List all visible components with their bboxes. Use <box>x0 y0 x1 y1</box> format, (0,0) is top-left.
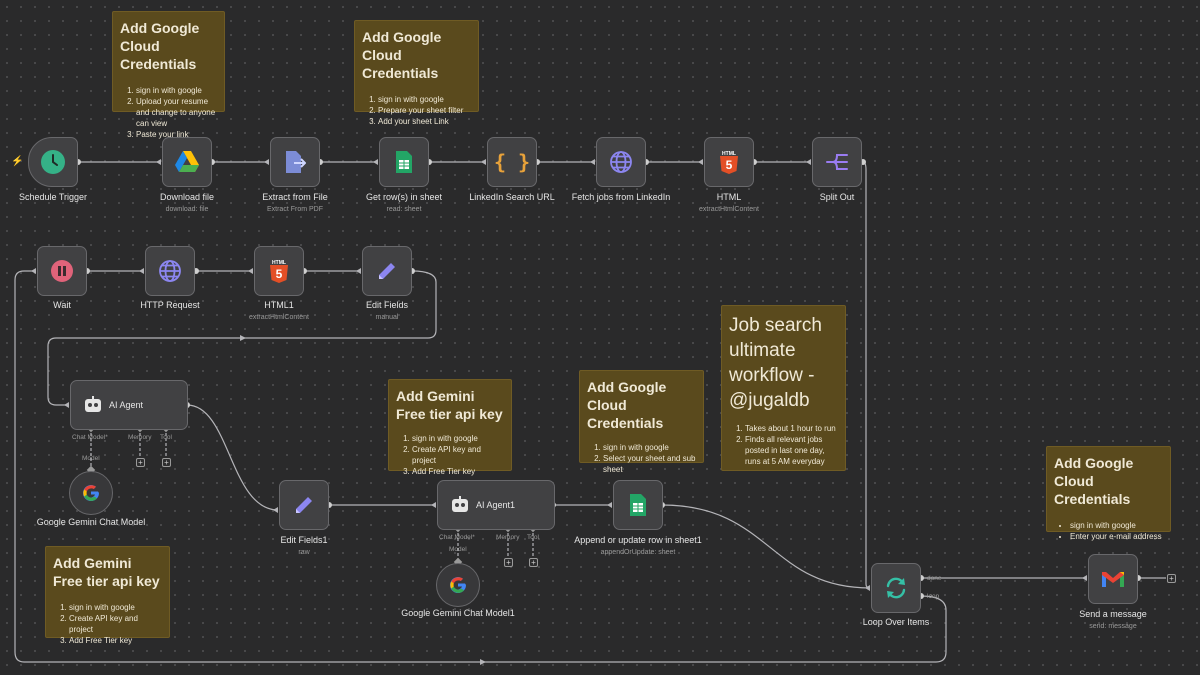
note-title: Add Gemini Free tier api key <box>396 388 503 422</box>
node-gemini-chat-model[interactable] <box>69 471 113 515</box>
add-tool-button[interactable]: + <box>529 558 538 567</box>
node-edit-fields1[interactable] <box>279 480 329 530</box>
node-loop-over-items[interactable] <box>871 563 921 613</box>
globe-icon <box>610 151 632 173</box>
note-steps: sign in with google Upload your resume a… <box>120 85 217 140</box>
node-schedule-trigger[interactable] <box>28 137 78 187</box>
node-extract-from-file[interactable] <box>270 137 320 187</box>
note-title: Add Gemini Free tier api key <box>53 555 160 589</box>
label-edit-fields1: Edit Fields1 raw <box>280 535 328 556</box>
label-send-message: Send a message send: message <box>1079 609 1147 630</box>
robot-icon <box>85 396 101 412</box>
note-title: Add Google Cloud Credentials <box>1054 455 1134 507</box>
note-workflow-title[interactable]: Job search ultimate workflow - @jugaldb … <box>721 305 846 471</box>
gmail-icon <box>1102 572 1124 587</box>
node-get-rows[interactable] <box>379 137 429 187</box>
port-tool: Tool <box>527 534 539 541</box>
google-sheets-icon <box>396 151 412 173</box>
google-drive-icon <box>175 151 199 172</box>
robot-icon <box>452 496 468 512</box>
note-title: Add Google Cloud Credentials <box>120 20 200 72</box>
ai-agent1-title: AI Agent1 <box>476 500 516 510</box>
svg-text:5: 5 <box>276 267 283 281</box>
add-memory-button[interactable]: + <box>504 558 513 567</box>
note-title: Add Google Cloud Credentials <box>587 379 667 431</box>
node-send-message[interactable] <box>1088 554 1138 604</box>
add-tool-button[interactable]: + <box>162 458 171 467</box>
note-drive-credentials[interactable]: Add Google Cloud Credentials sign in wit… <box>112 11 225 139</box>
node-gemini-chat-model1[interactable] <box>436 563 480 607</box>
note-gemini-key-1[interactable]: Add Gemini Free tier api key sign in wit… <box>388 379 512 476</box>
edge-split-loop <box>862 161 871 589</box>
label-schedule-trigger: Schedule Trigger <box>18 192 88 202</box>
node-linkedin-search-url[interactable]: { } <box>487 137 537 187</box>
node-download-file[interactable] <box>162 137 212 187</box>
node-ai-agent1[interactable]: AI Agent1 <box>437 480 555 530</box>
note-gemini-key-2[interactable]: Add Gemini Free tier api key sign in wit… <box>45 546 170 645</box>
port-model: Model <box>82 455 100 462</box>
note-gmail-credentials[interactable]: Add Google Cloud Credentials sign in wit… <box>1046 446 1171 541</box>
ai-agent-title: AI Agent <box>109 400 144 410</box>
edge-agent-edit1 <box>186 404 279 511</box>
add-node-button[interactable]: + <box>1167 574 1176 583</box>
node-edit-fields[interactable] <box>362 246 412 296</box>
node-ai-agent[interactable]: AI Agent <box>70 380 188 430</box>
file-extract-icon <box>286 151 306 173</box>
workflow-title: Job search ultimate workflow - @jugaldb <box>729 315 822 411</box>
label-gemini-chat-model: Google Gemini Chat Model <box>36 517 146 527</box>
html5-icon: HTML 5 <box>270 260 288 283</box>
loop-arrows-icon <box>886 577 906 599</box>
label-gemini-chat-model1: Google Gemini Chat Model1 <box>401 608 515 618</box>
port-done: done <box>927 575 942 582</box>
globe-icon <box>159 260 181 282</box>
google-sheets-icon <box>630 494 646 516</box>
note-steps: sign in with google Create API key and p… <box>396 433 504 477</box>
label-edit-fields: Edit Fields manual <box>365 300 409 321</box>
html5-icon: HTML 5 <box>720 151 738 174</box>
note-steps: sign in with google Prepare your sheet f… <box>362 94 471 127</box>
node-html1[interactable]: HTML 5 <box>254 246 304 296</box>
note-steps: sign in with google Enter your e-mail ad… <box>1054 520 1163 542</box>
note-sheet-credentials[interactable]: Add Google Cloud Credentials sign in wit… <box>354 20 479 126</box>
node-append-row[interactable] <box>613 480 663 530</box>
node-split-out[interactable] <box>812 137 862 187</box>
svg-text:5: 5 <box>726 158 733 172</box>
port-model: Model <box>449 546 467 553</box>
port-memory: Memory <box>128 434 152 441</box>
google-g-icon <box>83 485 100 502</box>
pencil-icon <box>379 263 395 279</box>
clock-icon <box>41 150 65 174</box>
note-steps: sign in with google Select your sheet an… <box>587 442 696 475</box>
port-tool: Tool <box>160 434 172 441</box>
port-chat-model: Chat Model* <box>72 434 108 441</box>
node-fetch-jobs[interactable] <box>596 137 646 187</box>
trigger-bolt-icon: ⚡ <box>11 156 24 167</box>
port-memory: Memory <box>496 534 520 541</box>
node-wait[interactable] <box>37 246 87 296</box>
split-icon <box>826 154 848 170</box>
note-steps: Takes about 1 hour to run Finds all rele… <box>729 423 838 467</box>
google-g-icon <box>450 577 467 594</box>
node-http-request[interactable] <box>145 246 195 296</box>
note-sheet-credentials-2[interactable]: Add Google Cloud Credentials sign in wit… <box>579 370 704 474</box>
code-braces-icon: { } <box>493 150 531 174</box>
label-split-out: Split Out <box>819 192 855 202</box>
node-html[interactable]: HTML 5 <box>704 137 754 187</box>
note-steps: sign in with google Create API key and p… <box>53 602 162 646</box>
note-title: Add Google Cloud Credentials <box>362 29 442 81</box>
label-append-row: Append or update row in sheet1 appendOrUp… <box>574 535 702 556</box>
pause-icon <box>51 260 73 282</box>
port-chat-model: Chat Model* <box>439 534 475 541</box>
label-loop-over-items: Loop Over Items <box>862 617 930 627</box>
pencil-icon <box>296 497 312 513</box>
port-loop: loop <box>927 593 940 600</box>
add-memory-button[interactable]: + <box>136 458 145 467</box>
